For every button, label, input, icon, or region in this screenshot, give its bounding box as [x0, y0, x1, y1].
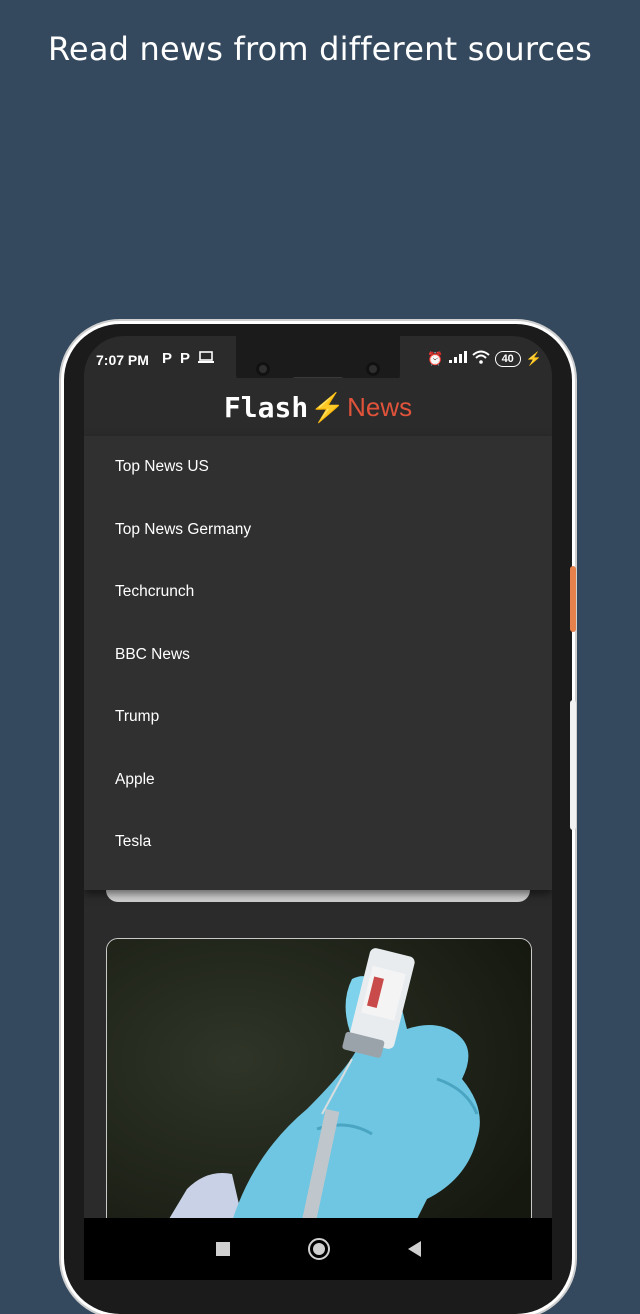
charging-icon: ⚡: [525, 350, 542, 366]
camera-icon: [256, 362, 270, 376]
menu-item-top-news-us[interactable]: Top News US: [84, 436, 552, 499]
logo-news-text: News: [347, 391, 413, 422]
menu-item-apple[interactable]: Apple: [84, 749, 552, 812]
signal-icon: [448, 351, 467, 366]
phone-power-button: [570, 566, 576, 632]
camera-icon: [366, 362, 380, 376]
promo-headline: Read news from different sources: [47, 30, 593, 68]
app-bar: Flash ⚡ News: [84, 378, 552, 436]
home-button-icon[interactable]: [307, 1238, 330, 1260]
menu-item-trump[interactable]: Trump: [84, 686, 552, 749]
news-card-image: [107, 939, 531, 1239]
phone-volume-button: [570, 700, 576, 830]
wifi-icon: [471, 350, 490, 367]
menu-item-bbc-news[interactable]: BBC News: [84, 624, 552, 687]
notification-icons: P P: [162, 350, 215, 368]
back-button-icon[interactable]: [407, 1241, 421, 1257]
news-card[interactable]: [106, 938, 532, 1240]
battery-icon: 40: [494, 350, 521, 367]
menu-item-techcrunch[interactable]: Techcrunch: [84, 561, 552, 624]
logo-flash-text: Flash: [223, 390, 309, 424]
system-icons: ⏰ 40 ⚡: [427, 350, 542, 367]
phone-screen: 7:07 PM P P ⏰ 40 ⚡ Flash ⚡ News Top News…: [84, 336, 552, 1280]
laptop-icon: [198, 350, 215, 368]
status-time: 7:07 PM: [96, 352, 149, 368]
menu-item-tesla[interactable]: Tesla: [84, 811, 552, 874]
android-nav-bar: [84, 1218, 552, 1280]
source-dropdown-menu: Top News US Top News Germany Techcrunch …: [84, 436, 552, 890]
notification-p-icon: P: [180, 350, 191, 367]
lightning-bolt-icon: ⚡: [310, 391, 346, 423]
alarm-icon: ⏰: [427, 350, 444, 366]
notification-p-icon: P: [162, 350, 173, 367]
recents-button-icon[interactable]: [215, 1242, 230, 1256]
menu-item-top-news-germany[interactable]: Top News Germany: [84, 499, 552, 562]
